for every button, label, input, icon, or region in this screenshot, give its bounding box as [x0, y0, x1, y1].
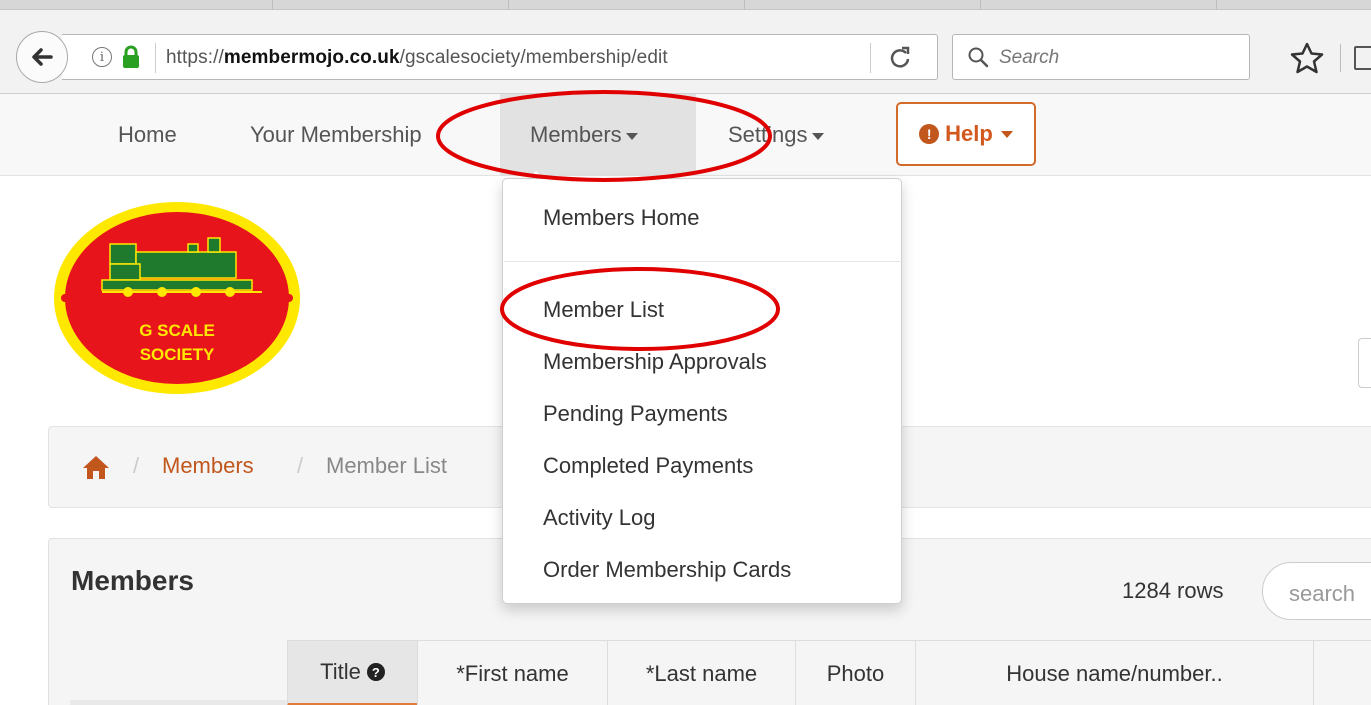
column-header-last-name[interactable]: *Last name	[607, 641, 795, 705]
column-header-more[interactable]	[1313, 641, 1371, 705]
nav-home[interactable]: Home	[118, 94, 177, 176]
tab-edge	[508, 0, 509, 10]
breadcrumb-separator: /	[133, 453, 140, 478]
menu-item-order-membership-cards[interactable]: Order Membership Cards	[543, 557, 791, 583]
g-scale-society-logo[interactable]: G SCALE SOCIETY	[52, 200, 302, 396]
reload-separator	[870, 43, 871, 73]
breadcrumb-members-link[interactable]: Members	[162, 453, 254, 479]
back-button[interactable]	[16, 31, 68, 83]
rows-count: 1284 rows	[1122, 578, 1224, 603]
bookmark-star-icon[interactable]	[1290, 42, 1324, 74]
table-search-input[interactable]: search	[1262, 562, 1371, 620]
toolbar-separator	[1340, 44, 1341, 72]
logo-line1: G SCALE	[139, 321, 215, 340]
lock-icon	[123, 45, 139, 68]
exclamation-icon: !	[919, 124, 940, 144]
help-label: Help	[945, 121, 993, 146]
chevron-down-icon	[625, 132, 638, 140]
menu-item-member-list[interactable]: Member List	[543, 297, 664, 323]
help-button[interactable]: ! Help	[896, 102, 1036, 166]
panel-title: Members	[71, 565, 194, 596]
nav-your-membership[interactable]: Your Membership	[250, 94, 422, 176]
home-icon[interactable]	[81, 454, 111, 480]
breadcrumb-separator: /	[297, 453, 304, 478]
browser-toolbar: i https://membermojo.co.uk/gscalesociety…	[0, 10, 1371, 94]
address-bar[interactable]: i https://membermojo.co.uk/gscalesociety…	[62, 34, 938, 80]
site-navbar: Home Your Membership Members Settings ! …	[0, 94, 1371, 176]
menu-item-pending-payments[interactable]: Pending Payments	[543, 401, 728, 427]
info-icon[interactable]: i	[92, 47, 112, 67]
tab-edge	[272, 0, 273, 10]
breadcrumb-current: Member List	[326, 453, 448, 478]
library-icon[interactable]	[1354, 46, 1371, 70]
menu-item-completed-payments[interactable]: Completed Payments	[543, 453, 753, 479]
partial-button[interactable]	[1358, 338, 1371, 388]
column-header-house[interactable]: House name/number..	[915, 641, 1313, 705]
url-separator	[155, 43, 156, 73]
tab-edge	[980, 0, 981, 10]
menu-divider	[504, 261, 902, 262]
menu-item-members-home[interactable]: Members Home	[543, 205, 699, 231]
nav-members[interactable]: Members	[500, 94, 696, 176]
members-dropdown-menu: Members Home Member List Membership Appr…	[502, 178, 902, 604]
chevron-down-icon	[1000, 130, 1013, 138]
table-row	[70, 700, 287, 705]
table-header: Title? *First name *Last name Photo Hous…	[287, 640, 1371, 705]
column-header-photo[interactable]: Photo	[795, 641, 915, 705]
url-text[interactable]: https://membermojo.co.uk/gscalesociety/m…	[166, 47, 668, 69]
browser-search-input[interactable]: Search	[952, 34, 1250, 80]
column-header-title[interactable]: Title?	[287, 641, 417, 705]
browser-search-placeholder: Search	[999, 47, 1060, 68]
logo-line2: SOCIETY	[140, 345, 215, 364]
tab-edge	[744, 0, 745, 10]
search-icon	[968, 47, 989, 68]
browser-tab-strip	[0, 0, 1371, 10]
back-arrow-icon	[32, 48, 53, 66]
chevron-down-icon	[811, 132, 824, 140]
question-icon[interactable]: ?	[366, 663, 385, 681]
column-header-first-name[interactable]: *First name	[417, 641, 607, 705]
menu-item-activity-log[interactable]: Activity Log	[543, 505, 656, 531]
reload-icon[interactable]	[888, 45, 912, 69]
table-search-placeholder: search	[1289, 581, 1356, 606]
menu-item-membership-approvals[interactable]: Membership Approvals	[543, 349, 767, 375]
nav-settings[interactable]: Settings	[728, 94, 824, 176]
tab-edge	[1216, 0, 1217, 10]
